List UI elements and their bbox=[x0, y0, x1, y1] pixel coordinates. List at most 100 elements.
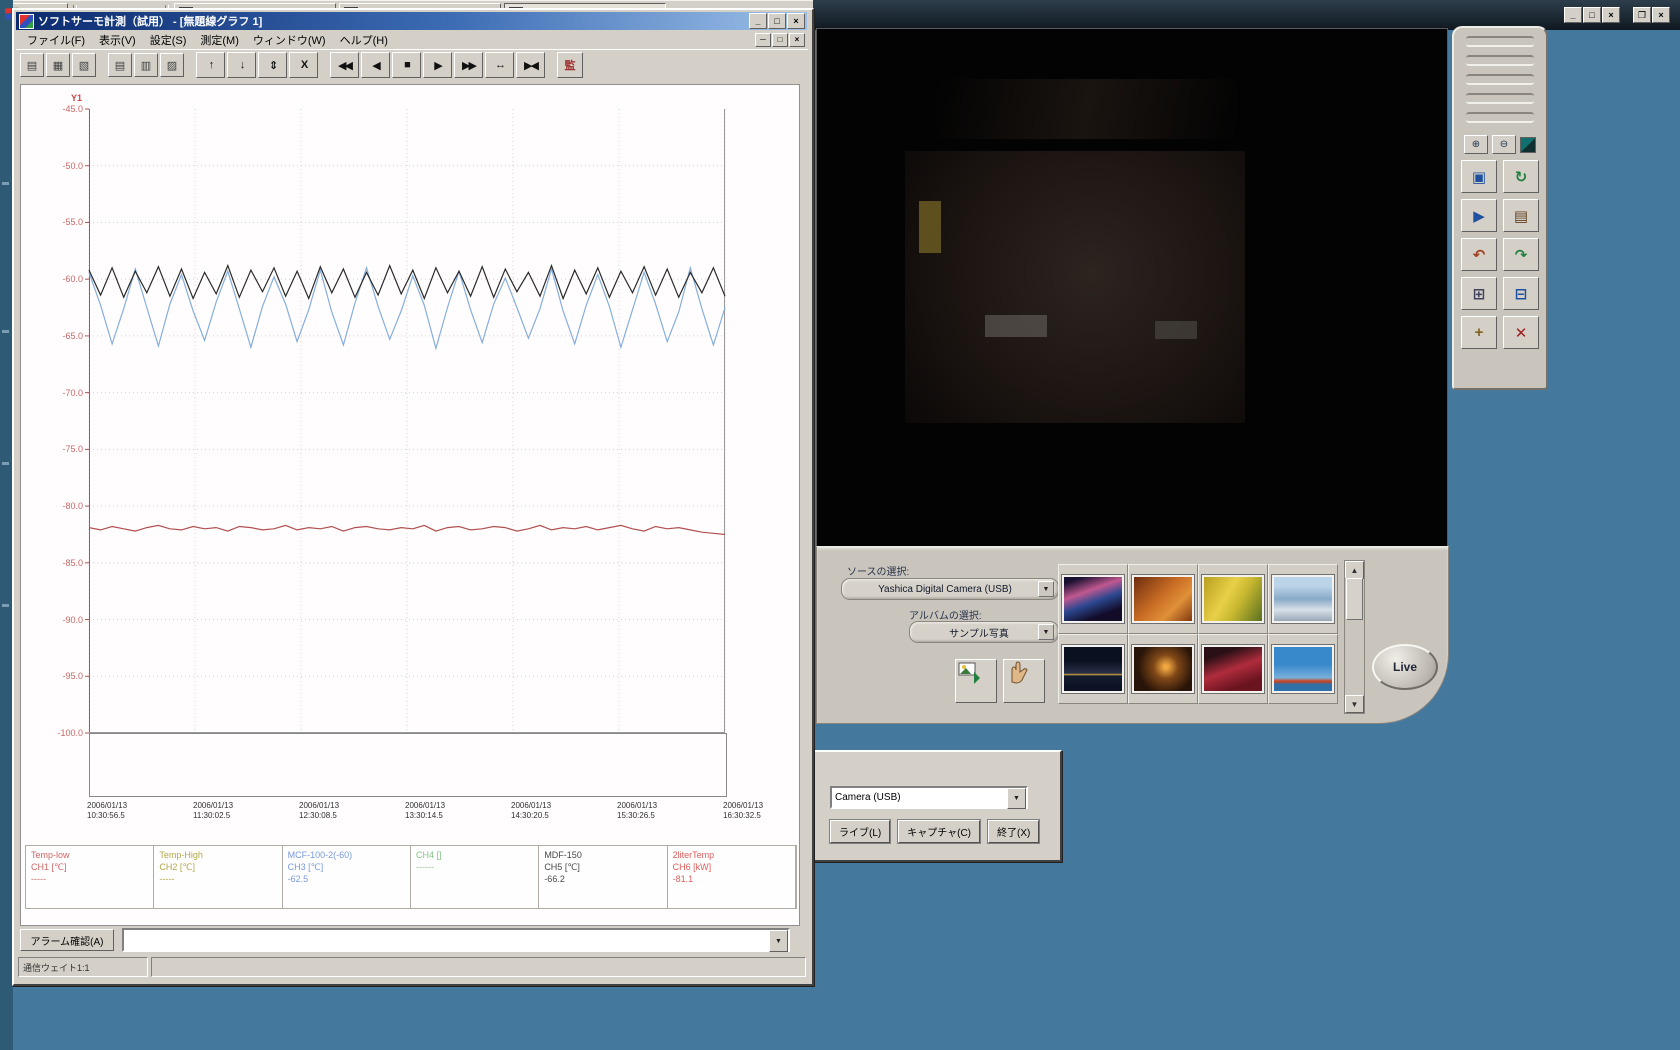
import-photo-button[interactable] bbox=[955, 659, 997, 703]
toolbar-chart-type-button-0[interactable]: ▤ bbox=[20, 53, 44, 77]
chart-legend: Temp-low CH1 [℃] ----- Temp-High CH2 [℃] ----… bbox=[25, 845, 797, 909]
save-button[interactable]: ⊟ bbox=[1503, 277, 1539, 310]
close-button[interactable]: × bbox=[787, 13, 805, 29]
legend-cell-2: Temp-High CH2 [℃] ----- bbox=[154, 846, 283, 908]
toolbar-nav-button-9[interactable]: ↔ bbox=[485, 52, 514, 78]
toolbar-chart-type-button-5[interactable]: ▨ bbox=[160, 53, 184, 77]
chevron-down-icon[interactable]: ▼ bbox=[1038, 624, 1054, 640]
fit-screen-button[interactable]: ▣ bbox=[1461, 160, 1497, 193]
thumbnail-fireworks[interactable] bbox=[1062, 575, 1124, 623]
chevron-down-icon[interactable]: ▼ bbox=[1007, 788, 1026, 809]
status-filler bbox=[151, 957, 806, 977]
tools-button[interactable]: + bbox=[1461, 316, 1497, 349]
palette-grille bbox=[1466, 74, 1534, 85]
toolbar-nav-button-10[interactable]: ▶◀ bbox=[516, 52, 545, 78]
bgapp-close2-button[interactable]: × bbox=[1652, 7, 1670, 23]
mdi-minimize-button[interactable]: ─ bbox=[755, 32, 771, 47]
toolbar-nav-button-2[interactable]: ⇕ bbox=[258, 52, 287, 78]
thumbnail-yellow-flowers[interactable] bbox=[1202, 575, 1264, 623]
live-button[interactable]: Live bbox=[1372, 644, 1438, 690]
bgapp-close-button[interactable]: × bbox=[1602, 7, 1620, 23]
menu-item-3[interactable]: 測定(M) bbox=[193, 31, 246, 49]
bgapp-maximize-button[interactable]: □ bbox=[1583, 7, 1601, 23]
capture-dialog-button-1[interactable]: キャプチャ(C) bbox=[898, 820, 981, 843]
legend-value: -81.1 bbox=[672, 874, 694, 884]
legend-channel: CH2 [℃] bbox=[159, 862, 195, 872]
toolbar-chart-type-button-3[interactable]: ▤ bbox=[108, 53, 132, 77]
undo-button[interactable]: ↶ bbox=[1461, 238, 1497, 271]
capture-dialog-button-0[interactable]: ライブ(L) bbox=[830, 820, 891, 843]
alarm-confirm-button[interactable]: アラーム確認(A) bbox=[20, 929, 114, 951]
rotate-button[interactable]: ↻ bbox=[1503, 160, 1539, 193]
x-tick-time: 15:30:26.5 bbox=[617, 811, 655, 820]
y-tick-label: -100.0 bbox=[57, 728, 83, 738]
x-tick-label: 2006/01/13 13:30:14.5 bbox=[405, 801, 501, 821]
zoom-out-button[interactable]: ⊖ bbox=[1492, 135, 1516, 154]
scrollbar-thumb[interactable] bbox=[1346, 578, 1363, 620]
chart-window-titlebar[interactable]: ソフトサーモ計測（試用） - [無題線グラフ 1] _ □ × bbox=[16, 12, 807, 30]
scroll-up-button[interactable]: ▲ bbox=[1345, 561, 1364, 579]
source-select-dropdown[interactable]: Yashica Digital Camera (USB) ▼ bbox=[841, 578, 1059, 600]
album-select-dropdown[interactable]: サンプル写真 ▼ bbox=[909, 621, 1059, 643]
x-tick-label: 2006/01/13 10:30:56.5 bbox=[87, 801, 183, 821]
toolbar-nav-button-3[interactable]: X bbox=[289, 52, 318, 78]
thumbnail-night-city[interactable] bbox=[1062, 645, 1124, 693]
thumbnail-red-figure[interactable] bbox=[1202, 645, 1264, 693]
toolbar-chart-type-button-2[interactable]: ▧ bbox=[72, 53, 96, 77]
toolbar-nav-button-7[interactable]: ▶ bbox=[423, 52, 452, 78]
slideshow-button[interactable]: ▶ bbox=[1461, 199, 1497, 232]
thumbnail-harbor[interactable] bbox=[1272, 575, 1334, 623]
camera-device-dropdown[interactable]: Camera (USB) ▼ bbox=[830, 786, 1028, 809]
legend-name: MDF-150 bbox=[544, 850, 582, 860]
bgapp-minimize-button[interactable]: _ bbox=[1564, 7, 1582, 23]
menu-item-0[interactable]: ファイル(F) bbox=[20, 31, 92, 49]
legend-channel: CH4 [] bbox=[415, 850, 442, 860]
x-tick-time: 14:30:20.5 bbox=[511, 811, 549, 820]
color-swatch-icon bbox=[1520, 136, 1536, 153]
menu-item-2[interactable]: 設定(S) bbox=[143, 31, 194, 49]
print-layout-button[interactable]: ▤ bbox=[1503, 199, 1539, 232]
legend-value: -66.2 bbox=[544, 874, 565, 884]
thumbnail-sparkler[interactable] bbox=[1132, 645, 1194, 693]
scroll-down-button[interactable]: ▼ bbox=[1345, 695, 1364, 713]
toolbar-chart-type-button-1[interactable]: ▦ bbox=[46, 53, 70, 77]
thumbnail-autumn-leaves[interactable] bbox=[1132, 575, 1194, 623]
toolbar-nav-button-6[interactable]: ■ bbox=[392, 52, 421, 78]
acquire-photo-button[interactable] bbox=[1003, 659, 1045, 703]
toolbar-monitor-button[interactable]: 監 bbox=[557, 52, 583, 78]
thumbnail-tile bbox=[1058, 564, 1128, 634]
menu-item-1[interactable]: 表示(V) bbox=[92, 31, 143, 49]
palette-grille bbox=[1466, 93, 1534, 104]
x-tick-time: 13:30:14.5 bbox=[405, 811, 443, 820]
hand-icon bbox=[1011, 661, 1028, 684]
menu-item-5[interactable]: ヘルプ(H) bbox=[333, 31, 395, 49]
zoom-in-button[interactable]: ⊕ bbox=[1464, 135, 1488, 154]
chevron-down-icon[interactable]: ▼ bbox=[1038, 581, 1054, 597]
x-tick-time: 10:30:56.5 bbox=[87, 811, 125, 820]
toolbar-nav-button-4[interactable]: ◀◀ bbox=[330, 52, 359, 78]
toolbar-chart-type-button-4[interactable]: ▥ bbox=[134, 53, 158, 77]
chevron-down-icon[interactable]: ▼ bbox=[769, 930, 788, 952]
minimize-button[interactable]: _ bbox=[749, 13, 767, 29]
exit-button[interactable]: ✕ bbox=[1503, 316, 1539, 349]
toolbar-nav-button-1[interactable]: ↓ bbox=[227, 52, 256, 78]
menu-item-4[interactable]: ウィンドウ(W) bbox=[246, 31, 333, 49]
bgapp-restore-button[interactable]: ❐ bbox=[1633, 7, 1651, 23]
thumbnail-tile bbox=[1268, 564, 1338, 634]
redo-button[interactable]: ↷ bbox=[1503, 238, 1539, 271]
capture-dialog-button-2[interactable]: 終了(X) bbox=[988, 820, 1040, 843]
copy-button[interactable]: ⊞ bbox=[1461, 277, 1497, 310]
plot-area bbox=[85, 108, 726, 734]
mdi-close-button[interactable]: × bbox=[789, 32, 805, 47]
toolbar-nav-button-8[interactable]: ▶▶ bbox=[454, 52, 483, 78]
toolbar-nav-button-5[interactable]: ◀ bbox=[361, 52, 390, 78]
mdi-restore-button[interactable]: □ bbox=[772, 32, 788, 47]
x-tick-date: 2006/01/13 bbox=[511, 801, 552, 810]
palette-grille bbox=[1466, 55, 1534, 66]
thumbnail-sky-clouds[interactable] bbox=[1272, 645, 1334, 693]
y-tick-label: -75.0 bbox=[62, 444, 83, 455]
thumbnail-scrollbar[interactable]: ▲ ▼ bbox=[1344, 560, 1365, 714]
toolbar-nav-button-0[interactable]: ↑ bbox=[196, 52, 225, 78]
maximize-button[interactable]: □ bbox=[768, 13, 786, 29]
alarm-message-dropdown[interactable]: ▼ bbox=[122, 928, 790, 952]
